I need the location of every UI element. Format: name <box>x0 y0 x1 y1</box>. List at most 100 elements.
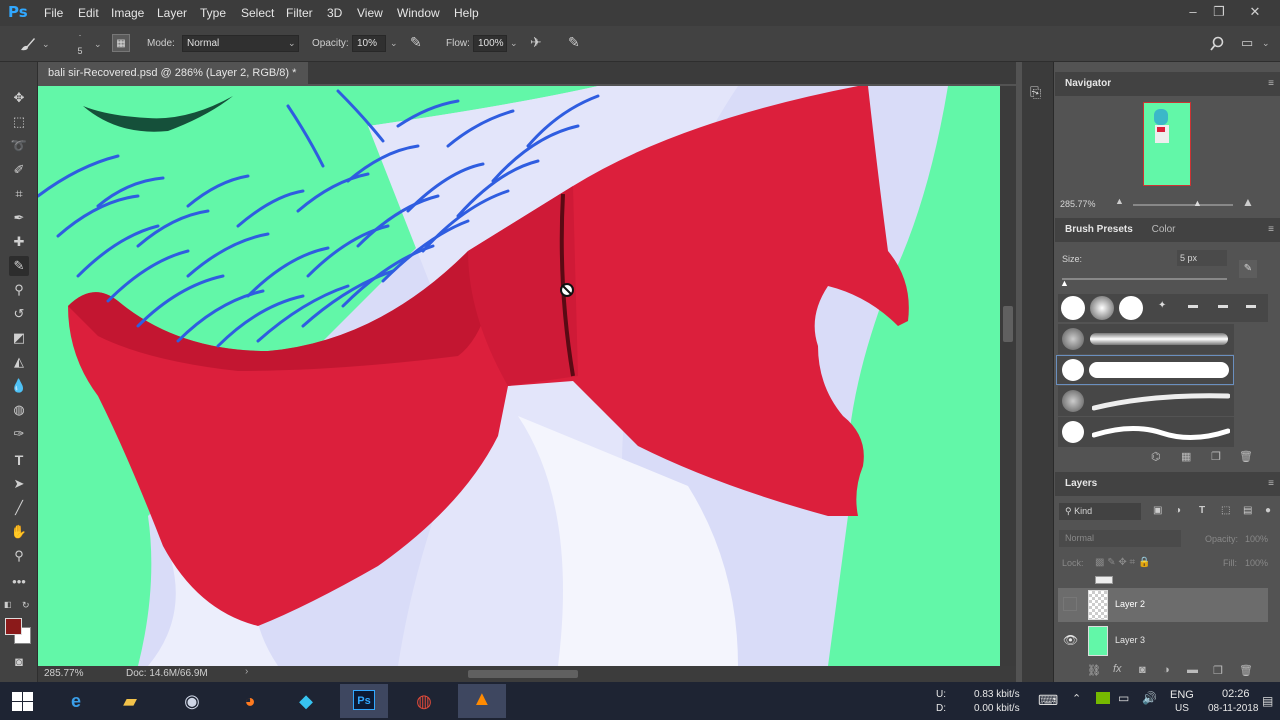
photoshop-taskbar-item-active[interactable]: Ps <box>340 684 388 718</box>
new-brush-preset-icon[interactable]: ✎ <box>1239 260 1257 278</box>
brush-tip-hard-round[interactable] <box>1061 296 1085 320</box>
default-colors-icon[interactable]: ◧ <box>4 600 12 609</box>
menu-3d[interactable]: 3D <box>327 6 342 20</box>
brush-size-input[interactable]: 5 px <box>1177 250 1227 266</box>
network-tray-icon[interactable]: ▭ <box>1118 691 1129 705</box>
minimize-icon[interactable]: – <box>1182 2 1204 22</box>
link-layers-icon[interactable]: ⛓ <box>1087 664 1101 677</box>
tray-chevron-icon[interactable]: ⌃ <box>1072 692 1081 705</box>
mode-chevron-icon[interactable]: ⌄ <box>288 38 296 49</box>
brush-tip-special-1[interactable]: ✦ <box>1158 300 1166 311</box>
menu-edit[interactable]: Edit <box>78 6 99 20</box>
layer-2-thumbnail[interactable] <box>1088 590 1108 620</box>
menu-filter[interactable]: Filter <box>286 6 313 20</box>
brush-grid-icon[interactable]: ▦ <box>1181 450 1191 463</box>
notifications-icon[interactable]: ▤ <box>1262 694 1273 708</box>
search-icon[interactable] <box>1209 36 1225 52</box>
delete-brush-icon[interactable]: 🗑 <box>1239 450 1253 463</box>
more-tools-icon[interactable]: ••• <box>9 572 29 592</box>
layer-opacity-value[interactable]: 100% <box>1245 534 1268 544</box>
workspace-icon[interactable]: ▭ <box>1241 35 1253 51</box>
flow-chevron-icon[interactable]: ⌄ <box>510 38 518 49</box>
pen-tool-icon[interactable]: ✑ <box>9 424 29 444</box>
filter-toggle-icon[interactable]: ● <box>1265 505 1271 516</box>
layers-title[interactable]: Layers <box>1065 478 1097 489</box>
windows-start-icon[interactable] <box>12 692 34 712</box>
zoom-tool-icon[interactable]: ⚲ <box>9 546 29 566</box>
clock-date[interactable]: 08-11-2018 <box>1208 703 1258 714</box>
canvas-area[interactable] <box>38 86 1000 666</box>
nvidia-tray-icon[interactable] <box>1096 692 1110 704</box>
toggle-brush-panel-icon[interactable]: ⌬ <box>1151 450 1161 463</box>
filter-smart-object-icon[interactable]: ▤ <box>1243 505 1252 516</box>
brush-picker-chevron-icon[interactable]: ⌄ <box>94 39 102 50</box>
brush-tip-hard-round-large[interactable] <box>1119 296 1143 320</box>
airbrush-icon[interactable]: ✈ <box>530 34 542 51</box>
filter-pixel-icon[interactable]: ▣ <box>1153 505 1162 516</box>
dodge-tool-icon[interactable]: ◍ <box>9 400 29 420</box>
menu-image[interactable]: Image <box>111 6 144 20</box>
new-layer-icon[interactable]: ❐ <box>1213 664 1223 677</box>
fill-value[interactable]: 100% <box>1245 558 1268 568</box>
marquee-tool-icon[interactable]: ⬚ <box>9 112 29 132</box>
opacity-input[interactable]: 10% <box>352 35 386 52</box>
navigator-menu-icon[interactable]: ≡ <box>1268 72 1274 96</box>
color-tab[interactable]: Color <box>1152 224 1176 235</box>
zoom-out-icon[interactable]: ▲ <box>1115 196 1124 206</box>
close-window-icon[interactable]: ✕ <box>1244 2 1266 22</box>
lasso-tool-icon[interactable]: ➰ <box>9 136 29 156</box>
brush-stroke-preset-1[interactable] <box>1058 324 1234 354</box>
move-tool-icon[interactable]: ✥ <box>9 88 29 108</box>
brush-tip-soft-round[interactable] <box>1090 296 1114 320</box>
layer-blend-mode[interactable]: Normal <box>1059 530 1181 547</box>
delete-layer-icon[interactable]: 🗑 <box>1239 664 1253 677</box>
brush-tip-special-3[interactable]: ▬ <box>1218 300 1228 311</box>
navigator-zoom-slider[interactable] <box>1133 204 1233 206</box>
brush-preview-icon[interactable]: · <box>72 30 88 40</box>
scrollbar-thumb[interactable] <box>1003 306 1013 342</box>
brush-size-slider-thumb[interactable]: ▲ <box>1060 278 1069 288</box>
keyboard-icon[interactable]: ⌨ <box>1038 692 1058 709</box>
new-group-icon[interactable]: ▬ <box>1187 664 1198 676</box>
menu-file[interactable]: File <box>44 6 63 20</box>
healing-brush-tool-icon[interactable]: ✚ <box>9 232 29 252</box>
layer-3-name[interactable]: Layer 3 <box>1115 635 1145 645</box>
add-mask-icon[interactable]: ◙ <box>1139 664 1146 676</box>
history-panel-icon[interactable]: ⎘ <box>1030 84 1041 101</box>
type-tool-icon[interactable]: T <box>9 450 29 470</box>
clone-stamp-tool-icon[interactable]: ⚲ <box>9 280 29 300</box>
brush-stroke-preset-4[interactable] <box>1058 417 1234 447</box>
pressure-opacity-icon[interactable]: ✎ <box>410 34 422 51</box>
create-new-preset-icon[interactable]: ❐ <box>1211 450 1221 463</box>
flow-input[interactable]: 100% <box>473 35 507 52</box>
path-select-tool-icon[interactable]: ➤ <box>9 474 29 494</box>
layer-2-name[interactable]: Layer 2 <box>1115 599 1145 609</box>
layer-row-layer-2[interactable]: Layer 2 <box>1058 588 1268 622</box>
steam-icon[interactable]: ◉ <box>168 682 216 720</box>
layer-style-fx-icon[interactable]: fx <box>1113 663 1122 675</box>
quick-select-tool-icon[interactable]: ✐ <box>9 160 29 180</box>
layer-3-thumbnail[interactable] <box>1088 626 1108 656</box>
foreground-color-swatch[interactable] <box>5 618 22 635</box>
document-tab[interactable]: bali sir-Recovered.psd @ 286% (Layer 2, … <box>38 62 308 101</box>
brush-presets-tab[interactable]: Brush Presets <box>1065 224 1133 235</box>
opacity-chevron-icon[interactable]: ⌄ <box>390 38 398 49</box>
firefox-icon[interactable]: ◕ <box>226 682 274 720</box>
brush-stroke-preset-2-selected[interactable] <box>1056 355 1234 385</box>
status-zoom[interactable]: 285.77% <box>44 668 83 679</box>
region-indicator[interactable]: US <box>1175 703 1189 714</box>
tool-preset-chevron-icon[interactable]: ⌄ <box>42 39 50 50</box>
filter-shape-icon[interactable]: ⬚ <box>1221 505 1230 516</box>
navigator-zoom-value[interactable]: 285.77% <box>1060 199 1096 209</box>
status-menu-arrow-icon[interactable]: › <box>245 666 248 677</box>
chrome-icon[interactable]: ◍ <box>400 682 448 720</box>
menu-view[interactable]: View <box>357 6 383 20</box>
menu-help[interactable]: Help <box>454 6 479 20</box>
brush-size-slider[interactable] <box>1062 278 1227 280</box>
horizontal-scrollbar-thumb[interactable] <box>468 670 578 678</box>
history-brush-tool-icon[interactable]: ↺ <box>9 304 29 324</box>
layer-above-thumbnail[interactable] <box>1095 576 1113 584</box>
line-tool-icon[interactable]: ╱ <box>9 498 29 518</box>
brush-tool-icon[interactable] <box>18 35 38 53</box>
vlc-taskbar-item[interactable]: ▲ <box>458 684 506 718</box>
